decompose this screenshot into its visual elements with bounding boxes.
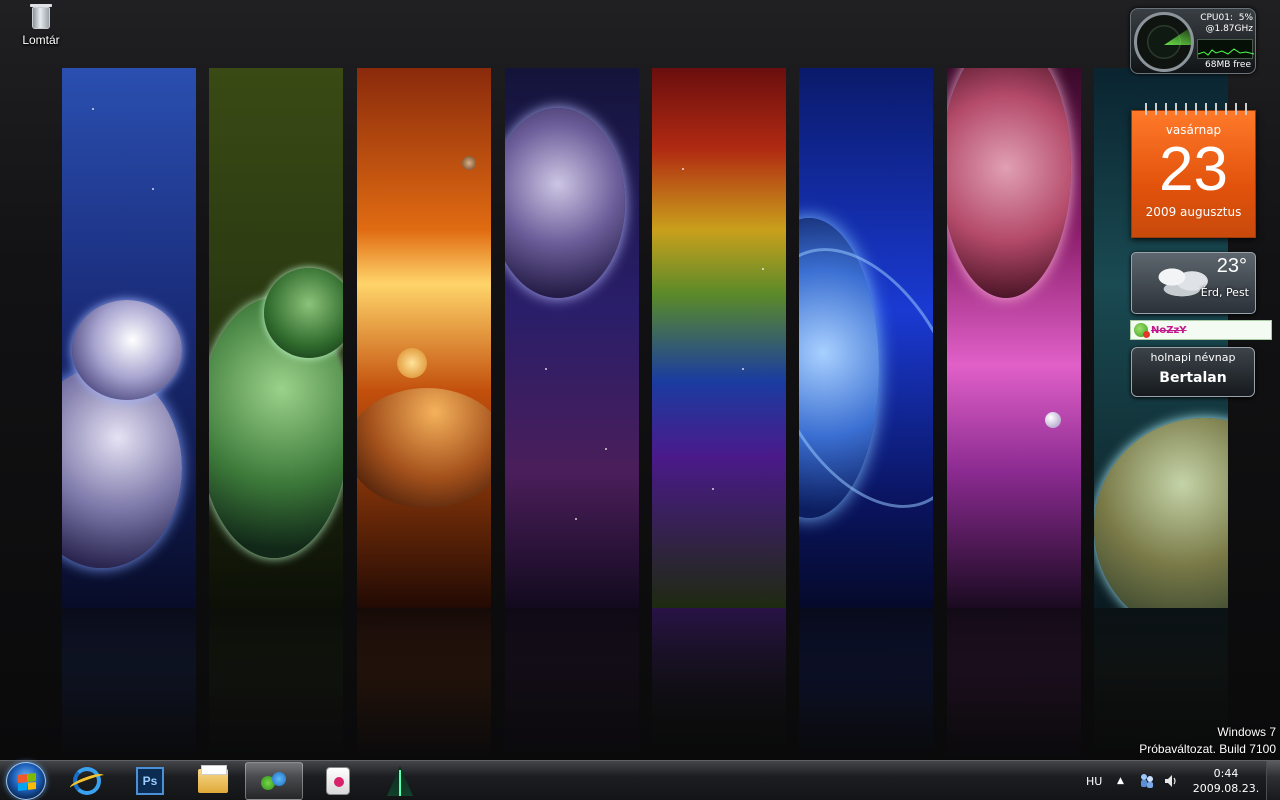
messenger-status-gadget[interactable]: NoZzY (1130, 320, 1272, 340)
wallpaper-panel-green (209, 68, 343, 608)
wallpaper-panel-blue (62, 68, 196, 608)
recycle-bin-icon (30, 4, 52, 29)
calendar-date: 23 (1159, 135, 1228, 204)
wallpaper-reflection (357, 608, 491, 760)
cpu-meter-gadget[interactable]: CPU01: 5% @1.87GHz 68MB free (1130, 8, 1256, 74)
nameday-gadget[interactable]: holnapi névnap Bertalan (1131, 347, 1255, 397)
calendar-gadget[interactable]: vasárnap 23 2009 augusztus (1131, 103, 1256, 238)
cpu-percent: 5% (1238, 13, 1253, 23)
taskbar-button-wireless-app[interactable] (309, 762, 367, 800)
folder-icon (198, 765, 228, 793)
network-users-icon (1141, 774, 1153, 788)
taskbar: Ps HU ▲ 0:44 2009.08.23. (0, 760, 1280, 800)
internet-explorer-icon (73, 767, 101, 795)
taskbar-button-windows-explorer[interactable] (184, 762, 242, 800)
messenger-contact-name: NoZzY (1151, 324, 1187, 336)
taskbar-button-internet-explorer[interactable] (58, 762, 116, 800)
photoshop-icon: Ps (136, 767, 164, 795)
nameday-title: holnapi névnap (1150, 351, 1236, 364)
taskbar-button-messenger[interactable] (245, 762, 303, 800)
weather-temperature: 23° (1216, 255, 1247, 277)
wallpaper-reflection (505, 608, 639, 760)
wallpaper-panel-deepblue (799, 68, 933, 608)
language-indicator[interactable]: HU (1086, 761, 1102, 800)
weather-gadget[interactable]: 23° Érd, Pest (1131, 252, 1256, 314)
wallpaper-panel-purple (505, 68, 639, 608)
cpu-gauge-icon (1134, 12, 1194, 72)
cpu-label: CPU01: (1200, 13, 1233, 23)
messenger-status-icon (1134, 323, 1150, 338)
wallpaper-reflection (652, 608, 786, 760)
volume-icon[interactable] (1163, 761, 1179, 800)
desktop-wallpaper (0, 0, 1280, 760)
tree-icon (387, 766, 413, 796)
taskbar-button-photoshop[interactable]: Ps (121, 762, 179, 800)
windows-build-watermark: Windows 7 Próbaváltozat. Build 7100 (1139, 724, 1276, 758)
start-button[interactable] (6, 762, 46, 800)
watermark-build: Próbaváltozat. Build 7100 (1139, 742, 1276, 756)
cpu-graph-line (1197, 48, 1255, 56)
network-icon[interactable] (1139, 761, 1155, 800)
wallpaper-panel-magenta (947, 68, 1081, 608)
show-hidden-icons-button[interactable]: ▲ (1117, 761, 1124, 800)
wallpaper-reflection (799, 608, 933, 760)
desktop-icon-recycle-bin[interactable]: Lomtár (14, 4, 68, 54)
windows-start-orb-icon (18, 773, 36, 791)
wireless-icon (326, 767, 350, 795)
wallpaper-panel-rainbow (652, 68, 786, 608)
weather-location: Érd, Pest (1200, 286, 1249, 299)
wallpaper-reflection (209, 608, 343, 760)
calendar-rings (1140, 103, 1248, 115)
system-clock[interactable]: 0:44 2009.08.23. (1192, 761, 1260, 800)
speaker-icon (1165, 775, 1176, 787)
calendar-month-year: 2009 augusztus (1145, 205, 1242, 219)
show-desktop-button[interactable] (1266, 761, 1280, 800)
nameday-name: Bertalan (1159, 370, 1227, 386)
messenger-icon (259, 768, 289, 794)
cpu-history-graph (1197, 39, 1255, 59)
memory-free: 68MB free (1205, 60, 1251, 70)
wallpaper-panel-orange (357, 68, 491, 608)
wallpaper-reflection (947, 608, 1081, 760)
clock-time: 0:44 (1213, 767, 1239, 780)
taskbar-button-tree-app[interactable] (371, 762, 429, 800)
clock-date: 2009.08.23. (1192, 782, 1260, 795)
cpu-speed: @1.87GHz (1205, 24, 1253, 34)
watermark-os: Windows 7 (1217, 725, 1276, 739)
desktop-icon-label: Lomtár (22, 33, 60, 47)
wallpaper-reflection (62, 608, 196, 760)
cpu-readout: CPU01: 5% @1.87GHz (1195, 13, 1253, 35)
